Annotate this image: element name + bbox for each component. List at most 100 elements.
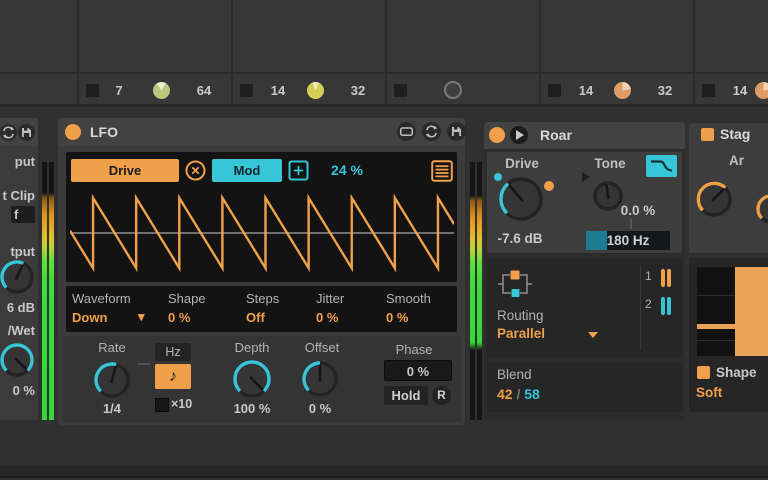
shape-label: Shape [716,365,768,380]
tone-value[interactable]: 0.0 % [612,203,664,218]
clip-position: 14 [724,83,756,98]
blend-values[interactable]: 42 / 58 [497,386,607,402]
blend-separator: / [516,386,520,402]
steps-label: Steps [246,291,296,306]
rate-hz-button[interactable]: Hz [155,343,191,361]
stage-section: Stag Ar Shape Soft [689,118,768,420]
left-device-partial: put t Clip f tput 6 dB /Wet 0 % [0,118,38,420]
chevron-down-icon[interactable] [588,332,598,338]
remove-mapping-icon[interactable] [185,160,206,181]
session-bottom-divider [0,104,768,107]
amount-knob[interactable] [693,178,735,225]
routing-chooser[interactable]: Parallel [497,326,573,341]
phase-value-box[interactable]: 0 % [384,360,452,381]
shaper-curve-line [697,324,737,329]
shape-color-swatch [697,366,710,379]
mod-amount-value[interactable]: 24 % [316,159,378,182]
jitter-value[interactable]: 0 % [316,310,356,325]
soft-clip-toggle[interactable]: f [11,206,35,223]
input-section-label: put [0,154,35,169]
rate-value[interactable]: 1/4 [86,401,138,416]
session-grid: 7 64 14 32 14 32 14 [0,0,768,107]
save-preset-icon[interactable] [447,122,466,141]
filter-type-button[interactable] [646,155,677,177]
shaper-display[interactable] [697,267,768,356]
mod-indicator-dot [494,173,502,181]
clip-stop-button[interactable] [240,84,253,97]
filter-freq-box[interactable]: 180 Hz [586,231,670,250]
device-activator-icon[interactable] [65,124,81,140]
level-meter [42,162,54,420]
drive-value[interactable]: -7.6 dB [488,231,552,246]
filter-freq-value[interactable]: 180 Hz [586,231,670,250]
clip-stop-button[interactable] [548,84,561,97]
device-activator-icon[interactable] [489,127,505,143]
stage1-number: 1 [645,269,657,283]
depth-value[interactable]: 100 % [222,401,282,416]
mod-target-drive-button[interactable]: Drive [71,159,179,182]
clip-stop-button[interactable] [702,84,715,97]
chevron-down-icon[interactable]: ▾ [138,309,152,325]
add-mapping-icon[interactable] [288,160,309,181]
shaper-curve-fill [735,267,768,356]
retrigger-button[interactable]: R [432,386,451,405]
smooth-value[interactable]: 0 % [386,310,426,325]
routing-icon [498,267,532,301]
mod-list-icon[interactable] [431,160,453,182]
track-divider [693,0,695,104]
steps-value[interactable]: Off [246,310,286,325]
jitter-label: Jitter [316,291,366,306]
clip-stop-button[interactable] [86,84,99,97]
hot-swap-icon[interactable] [0,124,17,141]
tone-label: Tone [582,156,638,171]
offset-value[interactable]: 0 % [292,401,348,416]
connector-line [630,219,632,229]
amount-label: Ar [729,153,768,168]
frame-icon[interactable] [397,122,416,141]
output-knob[interactable] [0,257,37,302]
stage-color-swatch[interactable] [701,128,714,141]
level-meter [470,162,482,420]
hot-swap-icon[interactable] [422,122,441,141]
lfo-waveform-display[interactable] [70,189,454,277]
edge-knob-partial[interactable] [753,191,768,232]
clip-progress-pie[interactable] [153,82,170,99]
stage-title: Stag [720,126,768,142]
clip-row-divider [0,72,768,74]
save-preset-icon[interactable] [18,124,35,141]
shape-chooser[interactable]: Soft [696,385,746,400]
waveform-chooser[interactable]: Down [72,310,122,325]
clip-position: 14 [262,83,294,98]
stage1-meter [661,269,665,287]
rate-knob[interactable] [91,359,133,406]
blend-value-a[interactable]: 42 [497,386,513,402]
clip-progress-pie[interactable] [307,82,324,99]
clip-loop-length: 32 [647,83,683,98]
dry-wet-value[interactable]: 0 % [0,383,35,398]
track-divider [385,0,387,104]
x10-checkbox[interactable] [155,398,169,412]
drive-label: Drive [494,156,550,171]
rate-label: Rate [86,340,138,355]
blend-value-b[interactable]: 58 [524,386,540,402]
mod-target-mod-button[interactable]: Mod [212,159,282,182]
shape-value[interactable]: 0 % [168,310,208,325]
clip-progress-pie[interactable] [755,82,768,99]
preview-play-button[interactable] [510,126,528,144]
blend-label: Blend [497,367,557,382]
hold-button[interactable]: Hold [384,386,428,405]
waveform-label: Waveform [72,291,152,306]
clip-progress-pie[interactable] [614,82,631,99]
output-value[interactable]: 6 dB [0,300,35,315]
routing-label: Routing [497,308,567,323]
drive-knob[interactable] [496,174,546,229]
offset-knob[interactable] [299,358,341,405]
stage2-meter [667,297,671,315]
dry-wet-knob[interactable] [0,340,37,385]
clip-stop-button[interactable] [394,84,407,97]
depth-knob[interactable] [230,357,274,406]
clip-loop-length: 32 [340,83,376,98]
connector-line [138,363,150,365]
rate-sync-button[interactable]: ♪ [155,364,191,389]
stage2-meter [661,297,665,315]
